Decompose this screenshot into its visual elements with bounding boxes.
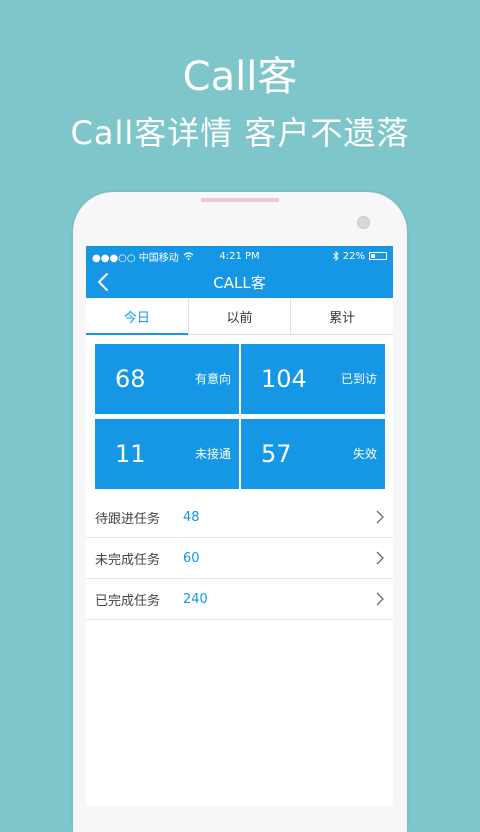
promo-title: Call客 xyxy=(182,54,298,100)
page-title: CALL客 xyxy=(213,273,266,292)
stat-card-visited[interactable]: 104 已到访 xyxy=(241,344,385,414)
bluetooth-icon xyxy=(332,251,339,261)
task-row-completed[interactable]: 已完成任务 240 xyxy=(86,579,393,620)
stat-card-interested[interactable]: 68 有意向 xyxy=(95,344,239,414)
tab-today[interactable]: 今日 xyxy=(86,298,188,335)
tab-cumulative[interactable]: 累计 xyxy=(290,298,393,334)
stat-value: 11 xyxy=(115,440,146,468)
chevron-right-icon xyxy=(376,510,384,524)
battery-icon xyxy=(369,252,387,260)
stats-grid: 68 有意向 104 已到访 11 未接通 57 失效 xyxy=(86,335,393,497)
task-count: 48 xyxy=(183,509,200,525)
stat-value: 68 xyxy=(115,365,146,393)
stat-label: 未接通 xyxy=(194,447,231,461)
battery-percent: 22% xyxy=(342,250,365,262)
phone-camera xyxy=(357,216,370,229)
task-list: 待跟进任务 48 未完成任务 60 已完成任务 240 xyxy=(86,497,393,620)
nav-bar: CALL客 xyxy=(86,266,393,298)
carrier-text: ●●●○○ 中国移动 xyxy=(92,252,179,264)
task-row-pending[interactable]: 待跟进任务 48 xyxy=(86,497,393,538)
stat-value: 57 xyxy=(261,440,292,468)
stat-label: 有意向 xyxy=(194,372,231,386)
task-label: 已完成任务 xyxy=(95,593,161,609)
task-count: 60 xyxy=(183,550,200,566)
promo-subtitle: Call客详情 客户不遗落 xyxy=(70,114,410,152)
tab-previous[interactable]: 以前 xyxy=(187,298,291,334)
task-row-incomplete[interactable]: 未完成任务 60 xyxy=(86,538,393,579)
task-count: 240 xyxy=(183,591,208,607)
back-arrow-icon[interactable] xyxy=(92,269,116,295)
status-bar: ●●●○○ 中国移动 4:21 PM 22% xyxy=(86,246,393,266)
task-label: 待跟进任务 xyxy=(95,511,161,527)
stat-card-unanswered[interactable]: 11 未接通 xyxy=(95,419,239,489)
chevron-right-icon xyxy=(376,551,384,565)
phone-speaker xyxy=(201,198,279,202)
task-label: 未完成任务 xyxy=(95,552,161,568)
stat-label: 已到访 xyxy=(340,372,377,386)
chevron-right-icon xyxy=(376,592,384,606)
stat-value: 104 xyxy=(261,365,307,393)
stat-label: 失效 xyxy=(352,447,377,461)
wifi-icon xyxy=(183,252,194,260)
stat-card-invalid[interactable]: 57 失效 xyxy=(241,419,385,489)
tab-bar: 今日 以前 累计 xyxy=(86,298,393,335)
app-screen: ●●●○○ 中国移动 4:21 PM 22% CALL客 今日 以前 累计 68… xyxy=(86,246,393,806)
